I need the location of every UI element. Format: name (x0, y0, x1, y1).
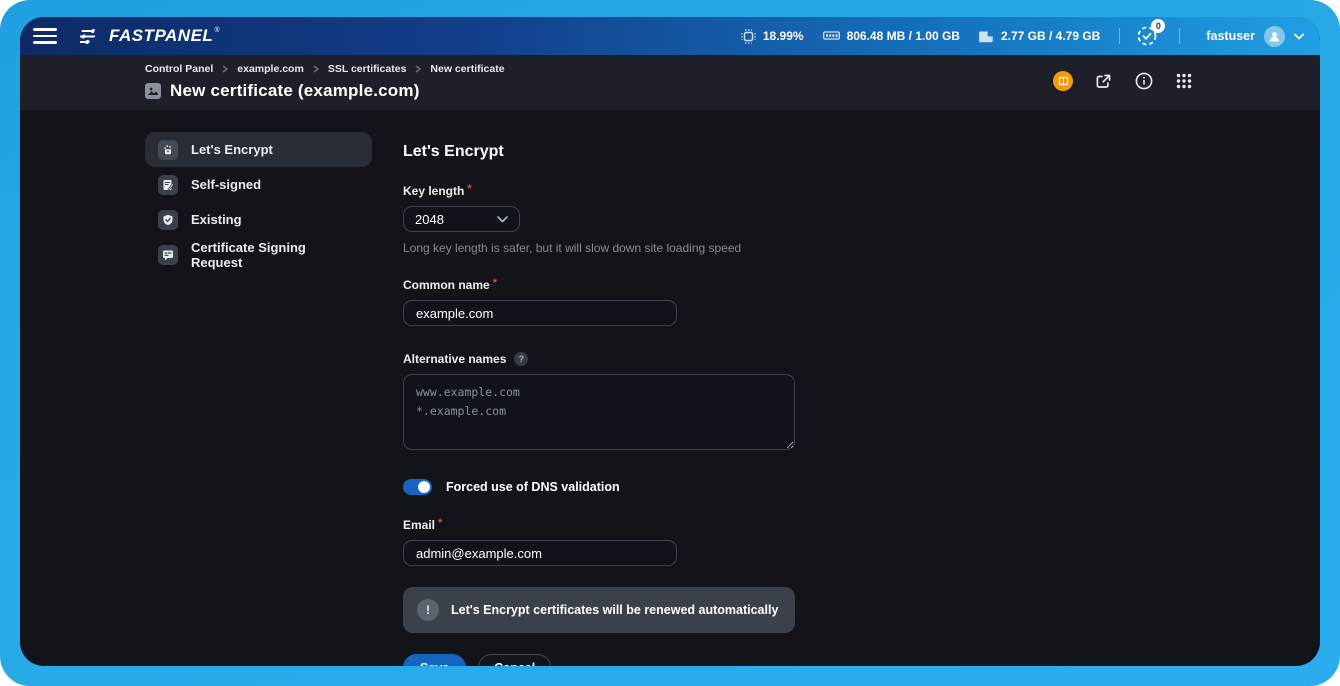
info-button[interactable] (1134, 72, 1153, 91)
alternative-names-label: Alternative names ? (403, 352, 795, 366)
document-pencil-icon (158, 175, 178, 195)
disk-usage-stat: 2.77 GB / 4.79 GB (979, 29, 1100, 43)
sidebar-item-existing[interactable]: Existing (145, 202, 372, 237)
topbar-divider (1119, 28, 1120, 44)
breadcrumb-separator-icon (313, 65, 319, 73)
sidebar-item-label: Existing (191, 212, 242, 227)
email-input[interactable] (403, 540, 677, 566)
key-length-label: Key length* (403, 184, 795, 198)
cancel-button[interactable]: Cancel (478, 654, 551, 666)
user-avatar (1264, 26, 1285, 47)
background-tasks-button[interactable]: 0 (1134, 23, 1160, 49)
top-navbar: FASTPANEL ® 18.99% 806.48 MB / 1.00 GB (20, 17, 1320, 55)
book-icon (1058, 76, 1069, 87)
dns-validation-label: Forced use of DNS validation (446, 480, 620, 494)
breadcrumb-separator-icon (415, 65, 421, 73)
username-label: fastuser (1206, 29, 1255, 43)
request-lines-icon (158, 245, 178, 265)
external-link-icon (1095, 73, 1112, 90)
ram-usage-value: 806.48 MB / 1.00 GB (847, 29, 960, 43)
ram-icon (823, 30, 840, 42)
toggle-knob (418, 481, 430, 493)
lets-encrypt-lock-icon (158, 140, 178, 160)
page-header: Control Panel example.com SSL certificat… (20, 55, 1320, 110)
dns-validation-row: Forced use of DNS validation (403, 479, 795, 495)
dns-validation-toggle[interactable] (403, 479, 432, 495)
menu-hamburger-icon[interactable] (28, 21, 62, 51)
breadcrumb-site[interactable]: example.com (237, 63, 304, 75)
lets-encrypt-form: Let's Encrypt Key length* 2048 Long key … (403, 143, 795, 666)
key-length-select[interactable]: 2048 (403, 206, 520, 232)
certificate-image-icon (145, 83, 161, 99)
save-button[interactable]: Save (403, 654, 466, 666)
page-title: New certificate (example.com) (170, 81, 420, 101)
brand-logo[interactable]: FASTPANEL ® (80, 26, 219, 46)
sidebar-item-label: Let's Encrypt (191, 142, 273, 157)
tasks-count-badge: 0 (1151, 19, 1165, 33)
breadcrumb-control-panel[interactable]: Control Panel (145, 63, 213, 75)
breadcrumb-ssl-certificates[interactable]: SSL certificates (328, 63, 407, 75)
sidebar-item-label: Certificate Signing Request (191, 240, 359, 270)
cpu-usage-value: 18.99% (763, 29, 804, 43)
brand-name: FASTPANEL (109, 26, 213, 46)
info-icon (1135, 72, 1153, 90)
auto-renew-info-box: ! Let's Encrypt certificates will be ren… (403, 587, 795, 633)
brand-registered-mark: ® (214, 27, 219, 34)
sidebar-item-lets-encrypt[interactable]: Let's Encrypt (145, 132, 372, 167)
apps-grid-button[interactable] (1174, 72, 1193, 91)
person-icon (1268, 30, 1281, 43)
auto-renew-info-text: Let's Encrypt certificates will be renew… (451, 603, 778, 617)
sidebar-item-self-signed[interactable]: Self-signed (145, 167, 372, 202)
key-length-value: 2048 (415, 212, 444, 227)
logo-sliders-icon (80, 29, 102, 45)
external-link-button[interactable] (1094, 72, 1113, 91)
app-window: FASTPANEL ® 18.99% 806.48 MB / 1.00 GB (20, 17, 1320, 666)
app-frame: FASTPANEL ® 18.99% 806.48 MB / 1.00 GB (0, 0, 1340, 686)
key-length-hint: Long key length is safer, but it will sl… (403, 241, 795, 255)
disk-icon (979, 30, 994, 43)
email-label: Email* (403, 518, 795, 532)
sidebar-item-label: Self-signed (191, 177, 261, 192)
ram-usage-stat: 806.48 MB / 1.00 GB (823, 29, 960, 43)
exclamation-icon: ! (417, 599, 439, 621)
cpu-usage-stat: 18.99% (741, 29, 804, 44)
alternative-names-textarea[interactable] (403, 374, 795, 450)
grid-dots-icon (1176, 73, 1192, 89)
certificate-type-sidebar: Let's Encrypt Self-signed (145, 132, 372, 666)
user-menu[interactable]: fastuser (1206, 26, 1304, 47)
common-name-label: Common name* (403, 278, 795, 292)
disk-usage-value: 2.77 GB / 4.79 GB (1001, 29, 1100, 43)
docs-button[interactable] (1053, 71, 1073, 91)
required-marker: * (467, 183, 471, 195)
form-section-title: Let's Encrypt (403, 143, 795, 161)
topbar-divider-2 (1179, 28, 1180, 44)
breadcrumb-separator-icon (222, 65, 228, 73)
sidebar-item-csr[interactable]: Certificate Signing Request (145, 237, 372, 272)
form-actions: Save Cancel (403, 654, 795, 666)
shield-check-icon (158, 210, 178, 230)
required-marker: * (493, 277, 497, 289)
common-name-input[interactable] (403, 300, 677, 326)
chevron-down-icon (1294, 33, 1304, 40)
cpu-icon (741, 29, 756, 44)
breadcrumb-new-certificate: New certificate (430, 63, 504, 75)
help-question-icon[interactable]: ? (514, 352, 528, 366)
chevron-down-icon (497, 216, 508, 223)
required-marker: * (438, 517, 442, 529)
